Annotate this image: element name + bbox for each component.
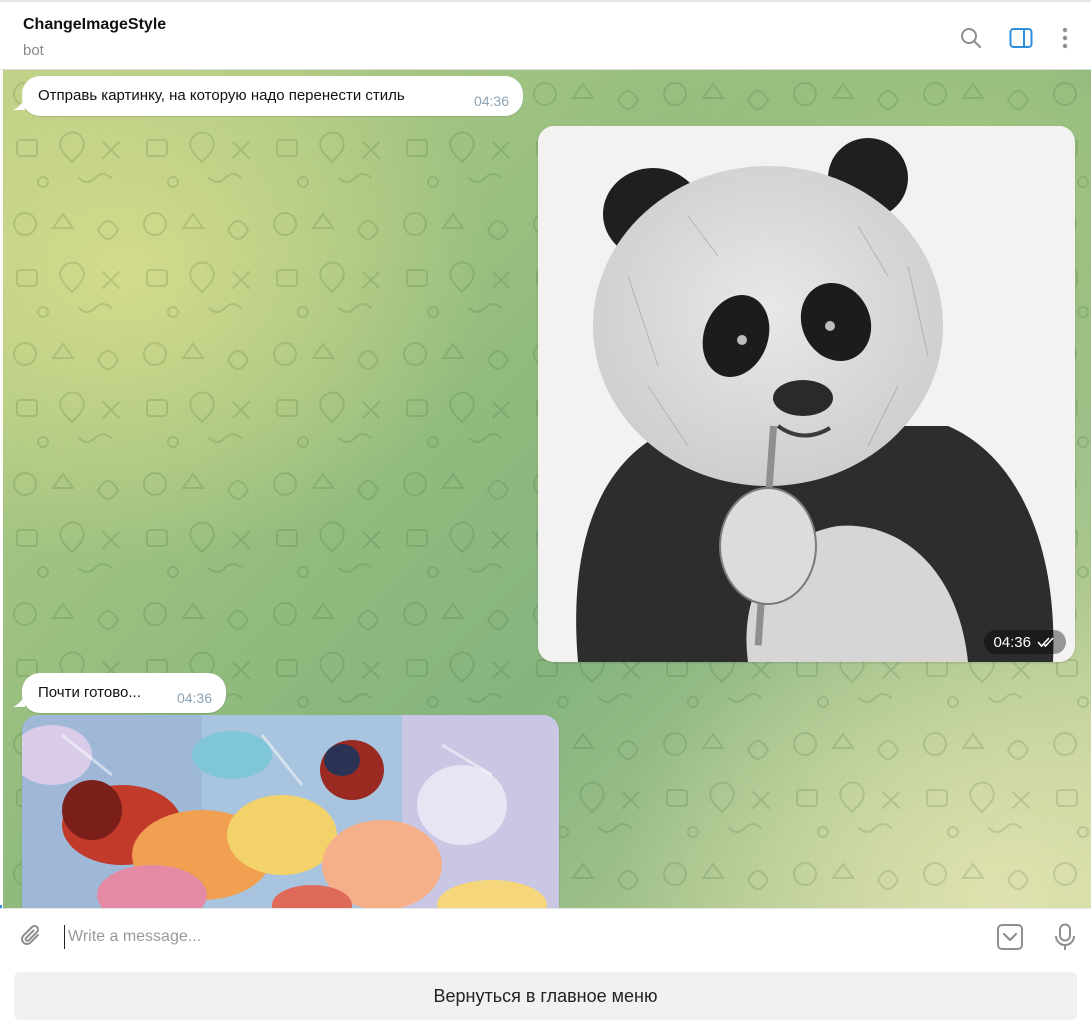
chat-header: ChangeImageStyle bot <box>0 0 1091 70</box>
bot-reply-keyboard: Вернуться в главное меню <box>0 964 1091 1026</box>
message-bubble[interactable]: Отправь картинку, на которую надо перене… <box>22 76 523 116</box>
microphone-icon[interactable] <box>1051 923 1079 951</box>
message-time: 04:36 <box>993 633 1031 651</box>
panda-sketch-image <box>538 126 1075 662</box>
message-time: 04:36 <box>176 690 212 706</box>
attach-icon[interactable] <box>18 923 46 951</box>
photo-time-badge: 04:36 <box>984 630 1066 654</box>
more-vertical-icon[interactable] <box>1053 26 1077 50</box>
telegram-chat-window: ChangeImageStyle bot Отправь картинку, н… <box>0 0 1091 1026</box>
message-composer <box>0 908 1091 964</box>
message-text: Отправь картинку, на которую надо перене… <box>38 87 405 104</box>
photo-message-stylized[interactable] <box>22 715 559 908</box>
back-to-main-menu-button[interactable]: Вернуться в главное меню <box>14 972 1077 1020</box>
chat-status: bot <box>23 42 44 59</box>
sidebar-toggle-icon[interactable] <box>1009 26 1033 50</box>
photo-message-panda[interactable]: 04:36 <box>538 126 1075 662</box>
bot-keyboard-icon[interactable] <box>996 923 1024 951</box>
message-text: Почти готово... <box>38 684 141 701</box>
message-list[interactable]: Отправь картинку, на которую надо перене… <box>3 70 1091 908</box>
message-input[interactable] <box>64 925 964 949</box>
search-icon[interactable] <box>959 26 983 50</box>
double-check-icon <box>1037 637 1054 648</box>
chat-title[interactable]: ChangeImageStyle <box>23 16 166 34</box>
message-bubble[interactable]: Почти готово... 04:36 <box>22 673 226 713</box>
message-time: 04:36 <box>473 93 509 109</box>
stylized-painting-image <box>22 715 559 908</box>
